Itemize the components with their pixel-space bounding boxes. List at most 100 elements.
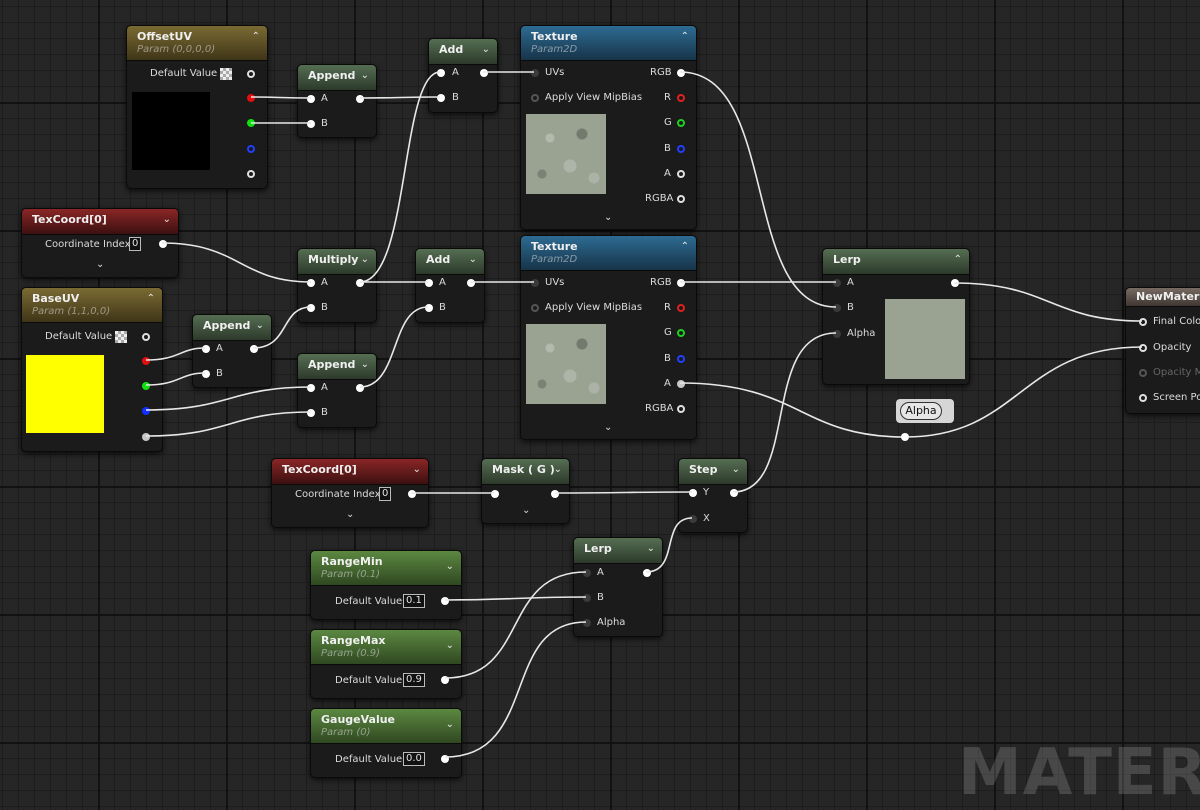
input-pin-screen-position[interactable] [1139,394,1147,402]
input-pin-mipbias[interactable] [531,304,539,312]
input-pin[interactable] [491,490,499,498]
base-uv-node[interactable]: BaseUV Param (1,1,0,0) ⌃ Default Value [21,287,163,452]
chevron-down-icon[interactable]: ⌄ [361,70,369,81]
material-output-node[interactable]: NewMaterial Final Color Opacity Opacity … [1125,287,1200,414]
input-pin-b[interactable] [833,304,841,312]
append-node[interactable]: Append ⌄ A B [297,64,377,138]
texcoord-node[interactable]: TexCoord[0] ⌄ Coordinate Index 0 ⌄ [21,208,179,278]
output-pin-rgb[interactable] [677,279,685,287]
input-pin-b[interactable] [425,304,433,312]
node-header[interactable]: Lerp ⌄ [574,538,662,564]
output-pin[interactable] [551,490,559,498]
input-pin-uvs[interactable] [531,69,539,77]
output-pin[interactable] [247,70,255,78]
output-pin[interactable] [730,489,738,497]
output-pin[interactable] [441,676,449,684]
input-pin-b[interactable] [307,304,315,312]
output-pin[interactable] [643,569,651,577]
chevron-down-icon[interactable]: ⌄ [446,640,454,651]
node-header[interactable]: BaseUV Param (1,1,0,0) ⌃ [22,288,162,323]
output-pin-g[interactable] [142,382,150,390]
chevron-down-icon[interactable]: ⌄ [346,509,354,520]
input-pin-alpha[interactable] [833,330,841,338]
node-header[interactable]: Multiply ⌄ [298,249,376,275]
input-pin-a[interactable] [833,279,841,287]
node-header[interactable]: Step ⌄ [679,459,747,485]
output-pin[interactable] [356,95,364,103]
step-node[interactable]: Step ⌄ Y X [678,458,748,533]
input-pin-uvs[interactable] [531,279,539,287]
output-pin-r[interactable] [142,357,150,365]
chevron-down-icon[interactable]: ⌄ [604,422,612,433]
node-header[interactable]: Append ⌄ [298,354,376,380]
node-header[interactable]: Add ⌄ [416,249,484,275]
output-pin[interactable] [408,490,416,498]
output-pin[interactable] [951,279,959,287]
output-pin-b[interactable] [677,145,685,153]
input-pin-b[interactable] [307,120,315,128]
input-pin-a[interactable] [307,95,315,103]
chevron-down-icon[interactable]: ⌄ [469,254,477,265]
node-header[interactable]: Texture Param2D ⌃ [521,26,696,61]
input-pin-mipbias[interactable] [531,94,539,102]
output-pin[interactable] [250,345,258,353]
input-pin-y[interactable] [689,489,697,497]
node-header[interactable]: Append ⌄ [193,315,271,341]
output-pin-g[interactable] [677,119,685,127]
output-pin[interactable] [159,240,167,248]
chevron-down-icon[interactable]: ⌄ [256,320,264,331]
chevron-down-icon[interactable]: ⌄ [446,719,454,730]
node-header[interactable]: TexCoord[0] ⌄ [272,459,428,485]
chevron-up-icon[interactable]: ⌃ [954,254,962,265]
input-pin-b[interactable] [307,409,315,417]
node-header[interactable]: OffsetUV Param (0,0,0,0) ⌃ [127,26,267,61]
node-header[interactable]: Texture Param2D ⌃ [521,236,696,271]
add-node[interactable]: Add ⌄ A B [428,38,498,113]
append-node[interactable]: Append ⌄ A B [192,314,272,388]
alpha-reroute-pin[interactable] [901,433,909,441]
coordinate-index-field[interactable]: 0 [129,237,142,251]
output-pin-a[interactable] [247,170,255,178]
gauge-value-node[interactable]: GaugeValue Param (0) ⌄ Default Value 0.0 [310,708,462,778]
input-pin-a[interactable] [425,279,433,287]
output-pin-b[interactable] [677,355,685,363]
node-header[interactable]: Mask ( G ) ⌄ [482,459,569,485]
input-pin-final-color[interactable] [1139,318,1147,326]
multiply-node[interactable]: Multiply ⌄ A B [297,248,377,323]
output-pin[interactable] [356,279,364,287]
output-pin-a[interactable] [677,170,685,178]
output-pin-b[interactable] [142,407,150,415]
node-header[interactable]: RangeMin Param (0.1) ⌄ [311,551,461,586]
output-pin-g[interactable] [247,119,255,127]
output-pin[interactable] [441,597,449,605]
chevron-down-icon[interactable]: ⌄ [554,464,562,475]
output-pin-rgb[interactable] [677,69,685,77]
texture-preview[interactable] [526,114,606,194]
append-node[interactable]: Append ⌄ A B [297,353,377,428]
default-value-field[interactable]: 0.0 [403,752,425,766]
chevron-up-icon[interactable]: ⌃ [681,31,689,42]
color-swatch[interactable] [132,92,210,170]
output-pin-r[interactable] [677,304,685,312]
alpha-reroute-comment[interactable]: Alpha [896,399,954,423]
input-pin-alpha[interactable] [583,619,591,627]
texcoord-node[interactable]: TexCoord[0] ⌄ Coordinate Index 0 ⌄ [271,458,429,528]
input-pin-b[interactable] [583,594,591,602]
output-pin[interactable] [356,384,364,392]
chevron-up-icon[interactable]: ⌃ [252,31,260,42]
output-pin-rgba[interactable] [677,405,685,413]
node-header[interactable]: Lerp ⌃ [823,249,969,275]
input-pin-x[interactable] [689,515,697,523]
input-pin-a[interactable] [583,569,591,577]
chevron-up-icon[interactable]: ⌃ [147,293,155,304]
component-mask-node[interactable]: Mask ( G ) ⌄ ⌄ [481,458,570,524]
node-header[interactable]: GaugeValue Param (0) ⌄ [311,709,461,744]
output-pin[interactable] [467,279,475,287]
node-header[interactable]: Append ⌄ [298,65,376,91]
input-pin-a[interactable] [437,69,445,77]
node-header[interactable]: RangeMax Param (0.9) ⌄ [311,630,461,665]
chevron-down-icon[interactable]: ⌄ [163,214,171,225]
input-pin-a[interactable] [307,279,315,287]
offset-uv-node[interactable]: OffsetUV Param (0,0,0,0) ⌃ Default Value [126,25,268,189]
output-pin-r[interactable] [677,94,685,102]
